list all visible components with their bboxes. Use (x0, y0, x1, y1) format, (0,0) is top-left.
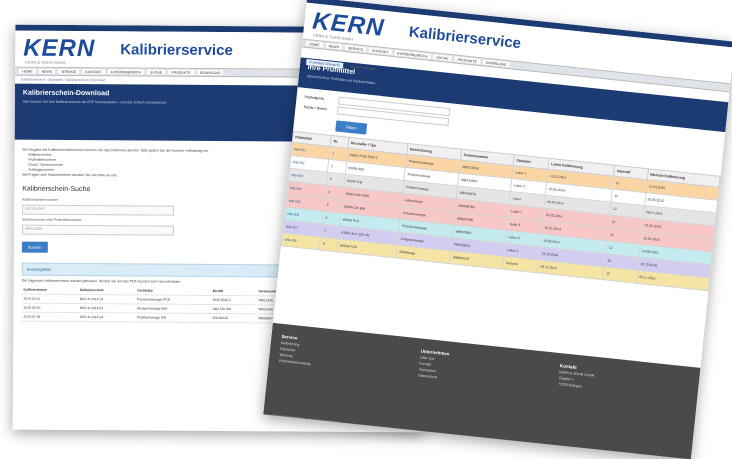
table-cell: 2015-05-20 (21, 303, 78, 313)
nav-item[interactable]: SUCHE (433, 54, 452, 62)
table-cell: IFB 60K20 (210, 313, 257, 323)
search-button[interactable]: Suchen (21, 241, 48, 253)
table-cell: DKD-K-2014-01 (77, 294, 136, 304)
site-footer: Service Kalibrierung Reparatur Wartung P… (263, 322, 701, 459)
footer-column: Unternehmen Über uns Kontakt Impressum D… (418, 349, 450, 382)
equipment-link[interactable]: WB-008 (281, 232, 322, 250)
table-cell: 2015-07-08 (21, 312, 78, 322)
column-header: Modell (210, 286, 257, 296)
table-cell: Plattformwaage IFB (135, 312, 211, 323)
serial-input[interactable]: WB123456 (21, 224, 175, 236)
table-cell: DKD-K-2014-03 (77, 312, 136, 322)
nav-item[interactable]: SERVICE (58, 68, 80, 75)
nav-item[interactable]: NEWS (38, 68, 56, 74)
nav-item[interactable]: HOME (19, 68, 36, 74)
nav-item[interactable]: KONTAKT (82, 69, 105, 75)
table-cell: 12 (603, 266, 638, 284)
brand-title: Kalibrierservice (120, 41, 233, 60)
nav-item[interactable]: SUCHE (147, 69, 166, 75)
table-cell: 2015-03-12 (21, 294, 78, 304)
front-page-screenshot: KERN KERN & SOHN GmbH Kalibrierservice H… (263, 0, 732, 459)
table-cell: 8 (319, 236, 339, 252)
footer-column: Kontakt KERN & SOHN GmbH Ziegelei 1 7233… (558, 363, 596, 391)
nav-item[interactable]: KUNDENBEREICH (107, 69, 145, 75)
nav-item[interactable]: KONTAKT (368, 47, 392, 55)
column-header: Kalibrierdatum (21, 285, 78, 295)
nav-item[interactable]: NEWS (325, 42, 343, 50)
nav-item[interactable]: PRODUKTE (168, 69, 194, 75)
nav-item[interactable]: SERVICE (344, 44, 367, 53)
table-cell: PCB 2500-2 (210, 295, 257, 305)
filter-label: Prüfmittel-Nr. (304, 94, 326, 102)
logo-subtitle: KERN & SOHN GmbH (25, 59, 66, 65)
table-cell: DKD-K-2014-02 (77, 303, 136, 313)
filter-label: Suche / Termin (303, 104, 327, 112)
brand-title: Kalibrierservice (408, 23, 522, 53)
certificate-input[interactable]: DE123-4567 (22, 204, 175, 216)
nav-item[interactable]: DOWNLOAD (196, 69, 224, 76)
nav-item[interactable]: HOME (305, 40, 323, 48)
filter-button[interactable]: Filtern (335, 120, 368, 135)
table-cell: ABJ 220-4M (210, 304, 257, 314)
table-cell: Versand (502, 256, 539, 273)
footer-column: Service Kalibrierung Reparatur Wartung P… (279, 334, 314, 367)
